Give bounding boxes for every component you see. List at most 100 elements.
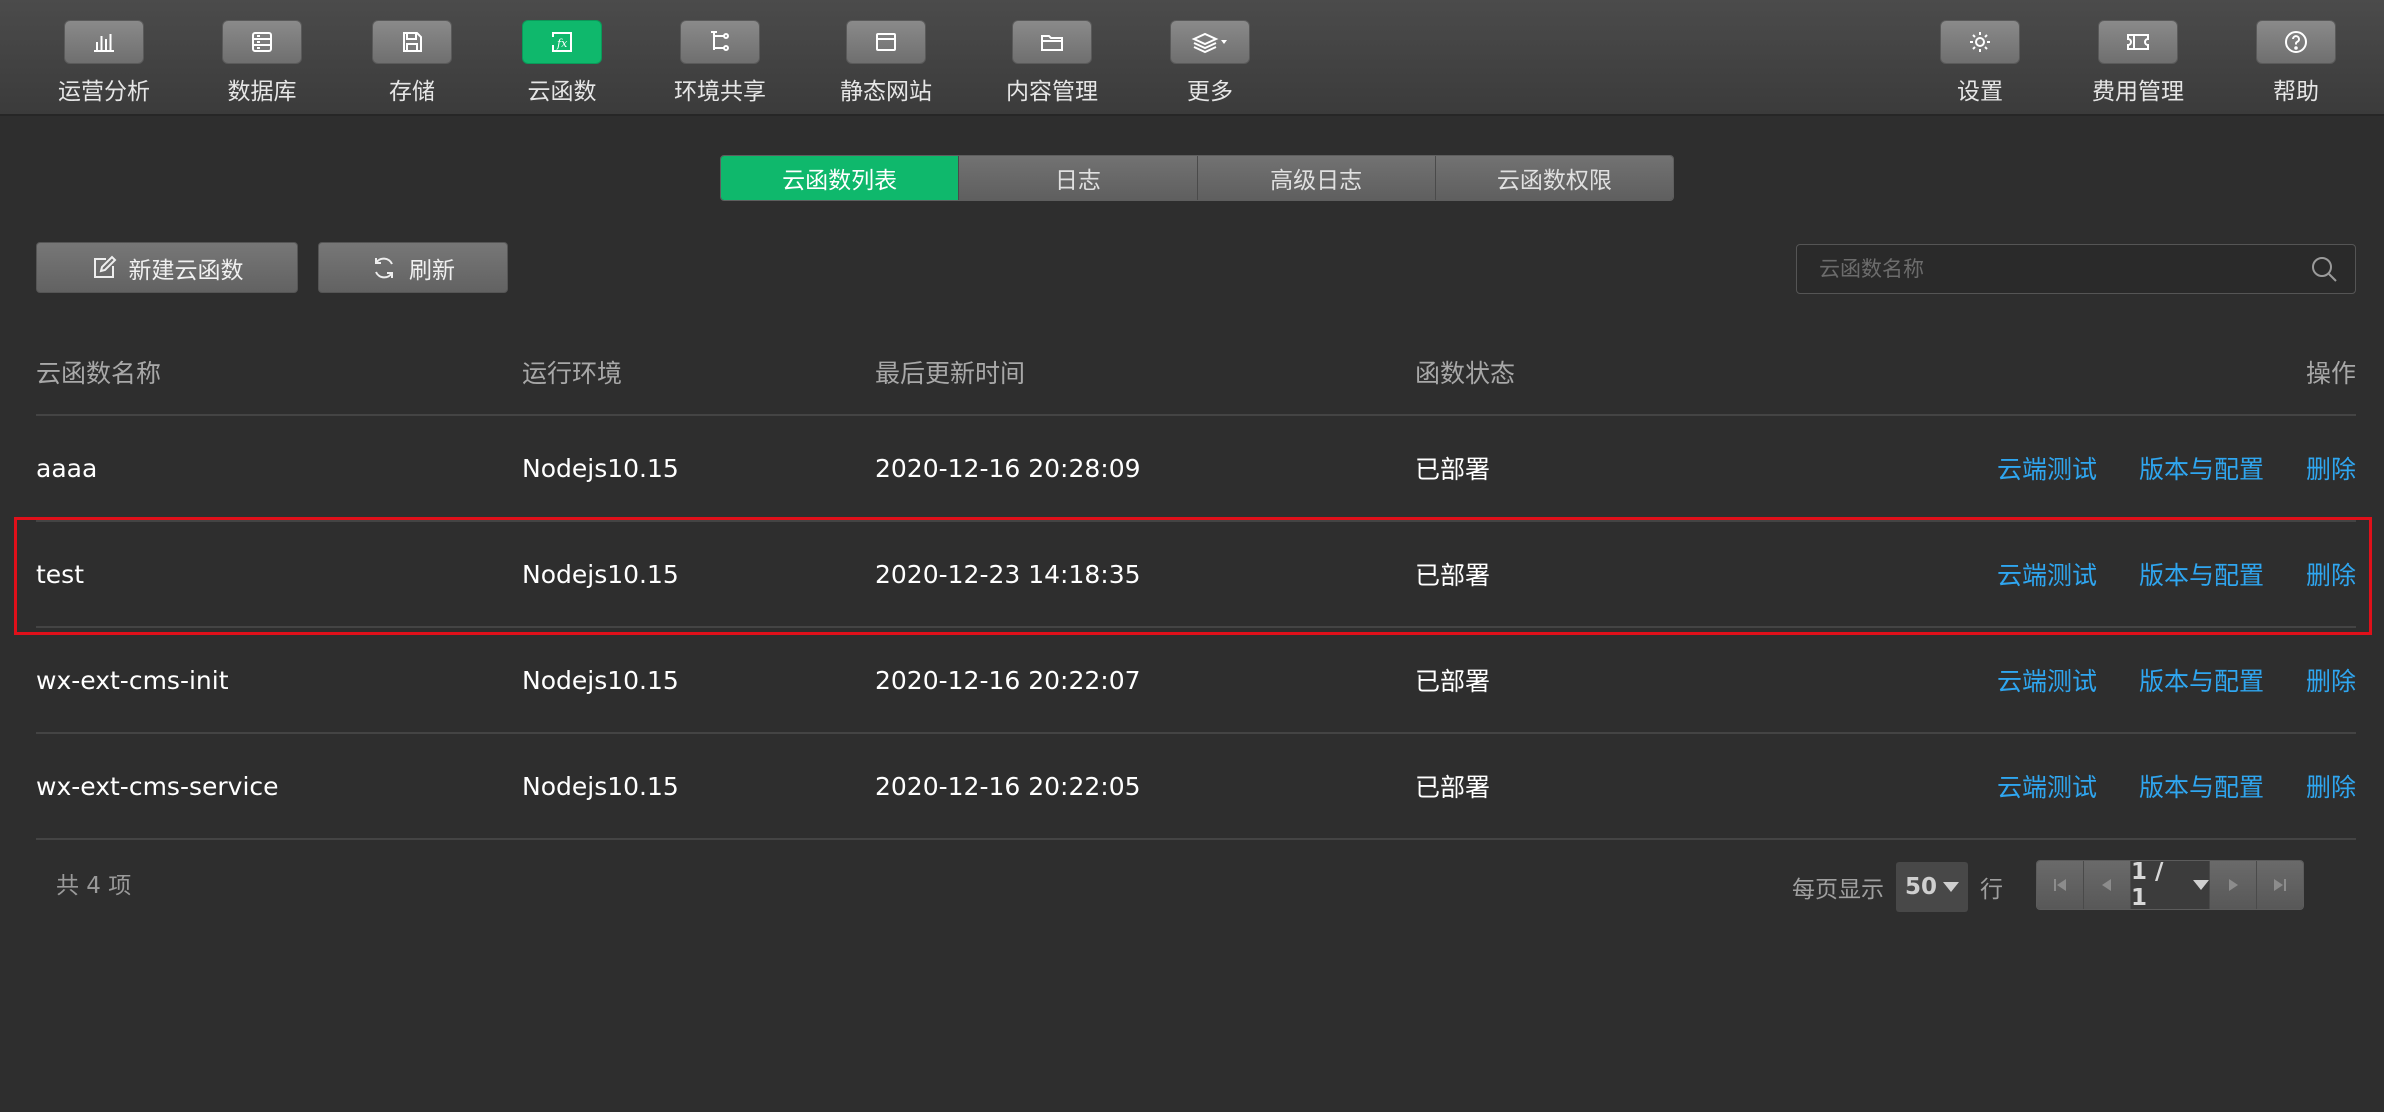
- first-page-icon: [2054, 879, 2066, 891]
- function-status: 已部署: [1415, 561, 1491, 590]
- column-header-name: 云函数名称: [36, 359, 162, 388]
- cloud-test-link[interactable]: 云端测试: [1997, 556, 2097, 592]
- function-name: aaaa: [36, 453, 98, 483]
- gear-icon: [1970, 32, 1990, 52]
- help-icon: [2285, 31, 2307, 53]
- toolbar-item-content-manage[interactable]: 内容管理: [972, 20, 1132, 110]
- toolbar-item-cloud-function[interactable]: fx 云函数: [482, 20, 642, 110]
- per-page-value: 50: [1904, 874, 1937, 900]
- cloud-test-link[interactable]: 云端测试: [1997, 662, 2097, 698]
- database-icon: [252, 32, 272, 52]
- delete-link[interactable]: 删除: [2306, 662, 2356, 698]
- runtime-env: Nodejs10.15: [522, 453, 679, 483]
- version-config-link[interactable]: 版本与配置: [2139, 662, 2264, 698]
- per-page-select[interactable]: 50: [1896, 862, 1968, 912]
- cloud-test-link[interactable]: 云端测试: [1997, 768, 2097, 804]
- bar-chart-icon: [94, 34, 114, 52]
- save-icon: [403, 32, 422, 52]
- search-box: [1796, 244, 2356, 294]
- version-config-link[interactable]: 版本与配置: [2139, 768, 2264, 804]
- next-page-button[interactable]: [2209, 861, 2256, 909]
- toolbar-item-label: 静态网站: [840, 79, 932, 105]
- toolbar-item-more[interactable]: 更多: [1130, 20, 1290, 110]
- runtime-env: Nodejs10.15: [522, 665, 679, 695]
- updated-time: 2020-12-16 20:22:07: [875, 665, 1141, 695]
- chevron-down-icon: [1221, 40, 1227, 44]
- updated-time: 2020-12-23 14:18:35: [875, 559, 1141, 589]
- prev-page-button[interactable]: [2084, 861, 2131, 909]
- total-count: 共 4 项: [56, 873, 132, 899]
- version-config-link[interactable]: 版本与配置: [2139, 556, 2264, 592]
- function-name: wx-ext-cms-init: [36, 665, 229, 695]
- tab-function-permissions[interactable]: 云函数权限: [1435, 156, 1673, 200]
- last-page-icon: [2274, 879, 2286, 891]
- toolbar-item-billing[interactable]: 费用管理: [2058, 20, 2218, 110]
- table-row: wx-ext-cms-service Nodejs10.15 2020-12-1…: [36, 734, 2356, 840]
- delete-link[interactable]: 删除: [2306, 556, 2356, 592]
- delete-link[interactable]: 删除: [2306, 768, 2356, 804]
- refresh-label: 刷新: [409, 257, 455, 284]
- per-page-suffix: 行: [1980, 877, 2003, 903]
- toolbar-item-storage[interactable]: 存储: [332, 20, 492, 110]
- toolbar-item-env-share[interactable]: 环境共享: [640, 20, 800, 110]
- share-tree-icon: [711, 31, 729, 51]
- toolbar-item-label: 内容管理: [1006, 79, 1098, 105]
- toolbar-item-static-site[interactable]: 静态网站: [806, 20, 966, 110]
- toolbar-item-label: 运营分析: [58, 79, 150, 105]
- toolbar-item-help[interactable]: 帮助: [2216, 20, 2376, 110]
- table-row: test Nodejs10.15 2020-12-23 14:18:35 已部署…: [36, 522, 2356, 628]
- toolbar-item-label: 云函数: [527, 79, 597, 105]
- search-input[interactable]: [1797, 256, 2309, 282]
- toolbar-item-label: 环境共享: [674, 79, 766, 105]
- column-header-env: 运行环境: [522, 359, 623, 388]
- toolbar-item-label: 数据库: [227, 79, 297, 105]
- function-name: test: [36, 559, 85, 589]
- toolbar-item-analytics[interactable]: 运营分析: [24, 20, 184, 110]
- function-tabs: 云函数列表 日志 高级日志 云函数权限: [720, 155, 1674, 201]
- row-actions: 云端测试 版本与配置 删除: [1955, 522, 2356, 626]
- first-page-button[interactable]: [2037, 861, 2084, 909]
- new-function-label: 新建云函数: [128, 257, 244, 284]
- page-select[interactable]: 1 / 1: [2131, 861, 2209, 909]
- prev-page-icon: [2102, 879, 2111, 891]
- new-function-button[interactable]: 新建云函数: [36, 242, 298, 293]
- updated-time: 2020-12-16 20:22:05: [875, 771, 1141, 801]
- function-icon: fx: [552, 32, 572, 52]
- svg-text:fx: fx: [556, 37, 568, 50]
- column-header-actions: 操作: [2305, 359, 2356, 388]
- layers-icon: [1191, 32, 1227, 54]
- edit-icon: [93, 255, 116, 278]
- refresh-button[interactable]: 刷新: [318, 242, 508, 293]
- search-icon[interactable]: [2309, 254, 2339, 284]
- runtime-env: Nodejs10.15: [522, 559, 679, 589]
- folder-icon: [1041, 35, 1063, 51]
- toolbar-item-label: 设置: [1957, 79, 2003, 105]
- toolbar-item-label: 更多: [1187, 79, 1233, 105]
- chevron-down-icon: [1943, 882, 1959, 892]
- toolbar-item-label: 存储: [389, 79, 435, 105]
- function-status: 已部署: [1415, 667, 1491, 696]
- function-name: wx-ext-cms-service: [36, 771, 279, 801]
- toolbar-item-label: 费用管理: [2092, 79, 2184, 105]
- row-actions: 云端测试 版本与配置 删除: [1955, 416, 2356, 520]
- tab-function-list[interactable]: 云函数列表: [721, 156, 960, 200]
- top-toolbar: 运营分析 数据库 存储 fx 云函数 环境共享 静态网站 内容管理 更多 设置 …: [0, 0, 2384, 116]
- table-row: wx-ext-cms-init Nodejs10.15 2020-12-16 2…: [36, 628, 2356, 734]
- tab-advanced-logs[interactable]: 高级日志: [1197, 156, 1436, 200]
- function-status: 已部署: [1415, 455, 1491, 484]
- column-header-status: 函数状态: [1415, 359, 1516, 388]
- row-actions: 云端测试 版本与配置 删除: [1955, 734, 2356, 838]
- version-config-link[interactable]: 版本与配置: [2139, 450, 2264, 486]
- updated-time: 2020-12-16 20:28:09: [875, 453, 1141, 483]
- next-page-icon: [2229, 879, 2238, 891]
- toolbar-item-database[interactable]: 数据库: [182, 20, 342, 110]
- delete-link[interactable]: 删除: [2306, 450, 2356, 486]
- toolbar-item-label: 帮助: [2273, 79, 2319, 105]
- last-page-button[interactable]: [2256, 861, 2303, 909]
- ticket-icon: [2127, 34, 2149, 50]
- tab-logs[interactable]: 日志: [959, 156, 1198, 200]
- table-header: 云函数名称 运行环境 最后更新时间 函数状态 操作: [36, 330, 2356, 416]
- toolbar-item-settings[interactable]: 设置: [1900, 20, 2060, 110]
- row-actions: 云端测试 版本与配置 删除: [1955, 628, 2356, 732]
- cloud-test-link[interactable]: 云端测试: [1997, 450, 2097, 486]
